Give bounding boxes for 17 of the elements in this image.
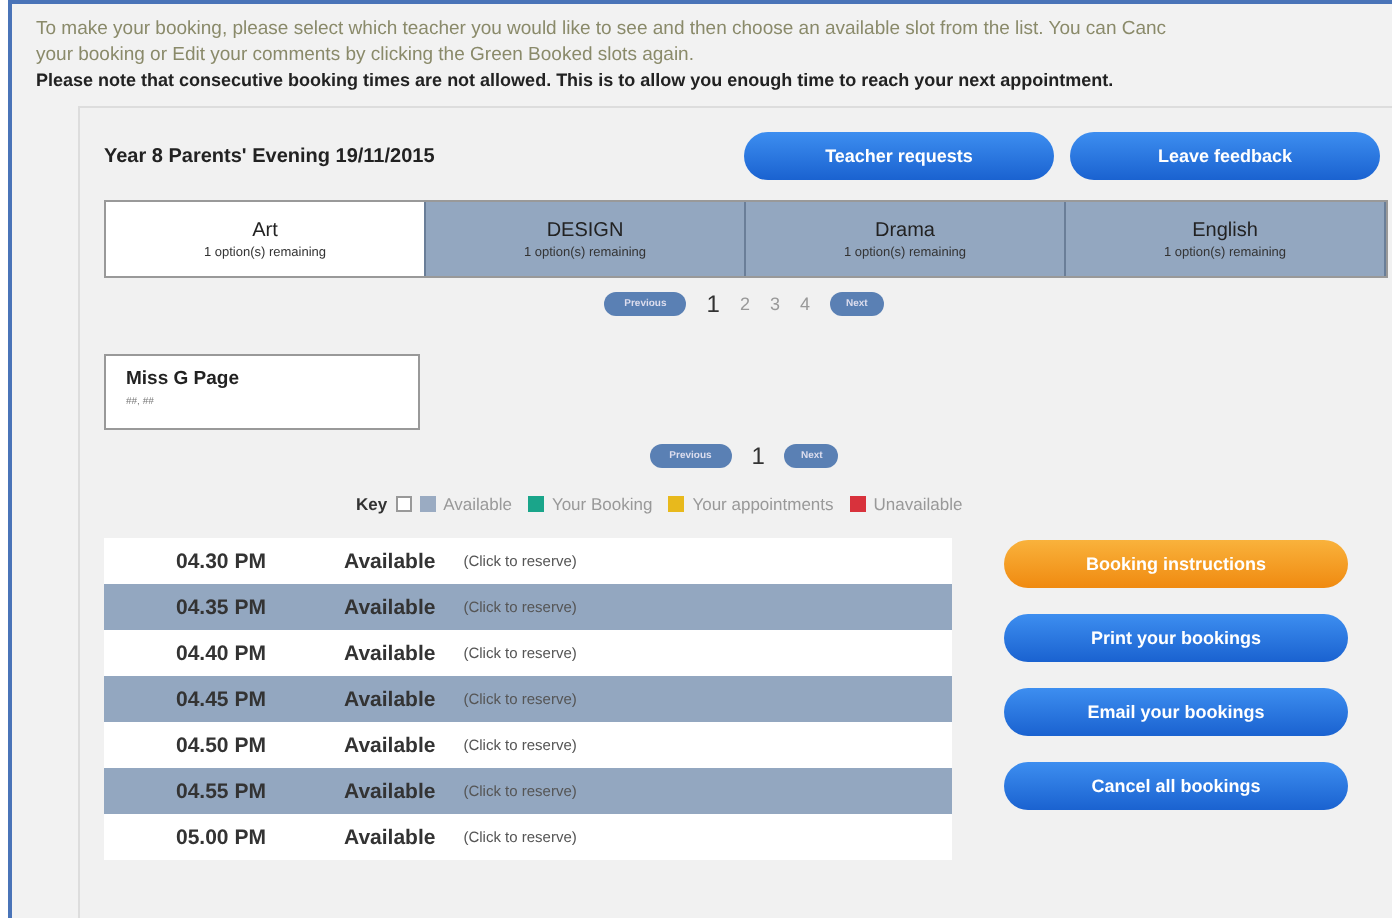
empty-swatch-icon — [395, 496, 412, 512]
booking-action-button[interactable]: Print your bookings — [1004, 614, 1348, 662]
page-number[interactable]: 1 — [751, 442, 765, 470]
key-label: Key — [356, 494, 388, 514]
note-text: Please note that consecutive booking times are not allowed. This is to allow you enough time to reach your next appointment. — [36, 68, 1116, 94]
legend-label: Unavailable — [873, 494, 963, 514]
page-number[interactable]: 1 — [706, 290, 720, 318]
instruction-text: To make your booking, please select which teacher you would like to see and then choose an available slot from the list. You can Canc — [36, 16, 1169, 42]
legend-label: Your appointments — [692, 494, 834, 514]
legend-label: Your Booking — [551, 494, 653, 514]
instruction-text: your booking or Edit your comments by clicking the Green Booked slots again. — [36, 42, 696, 68]
event-heading: Year 8 Parents' Evening 19/11/2015 — [104, 145, 435, 167]
legend-label: Available — [443, 494, 512, 514]
header-button[interactable]: Teacher requests — [744, 132, 1054, 180]
header-button[interactable]: Leave feedback — [1070, 132, 1380, 180]
booking-action-button[interactable]: Cancel all bookings — [1004, 762, 1348, 810]
booking-action-button[interactable]: Email your bookings — [1004, 688, 1348, 736]
